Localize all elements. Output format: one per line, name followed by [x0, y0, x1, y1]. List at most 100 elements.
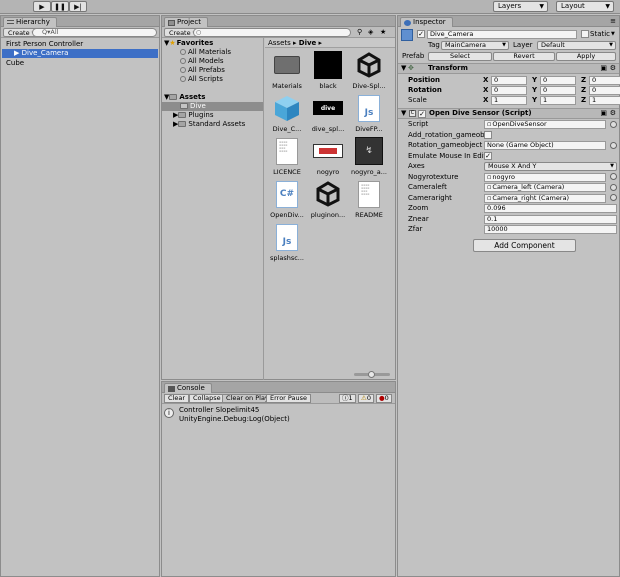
asset-item[interactable]: Dive_C...	[267, 94, 307, 134]
asset-item[interactable]: C# OpenDiv...	[267, 180, 307, 220]
property-dropdown[interactable]: Mouse X And Y ▼	[484, 162, 617, 171]
property-field[interactable]: ▫nogyro	[484, 172, 606, 182]
transform-x-field[interactable]: 1	[491, 96, 527, 105]
property-checkbox[interactable]: ✓	[484, 151, 492, 160]
layers-dropdown[interactable]: Layers ▼	[493, 1, 548, 12]
transform-y-field[interactable]: 1	[540, 96, 576, 105]
property-row-rotation-gameobject: Rotation_gameobject None (Game Object)	[398, 140, 619, 150]
star-icon: ★	[169, 39, 176, 47]
console-log-entry[interactable]: i Controller Slopelimit45 UnityEngine.De…	[164, 406, 393, 426]
help-icon[interactable]: ▣	[600, 64, 607, 73]
object-picker-icon[interactable]	[610, 141, 617, 149]
static-checkbox[interactable]	[581, 30, 589, 38]
console-error-toggle[interactable]: ●0	[376, 394, 392, 403]
assets-folder-dive[interactable]: Dive	[162, 102, 263, 111]
layer-dropdown[interactable]: Default ▼	[537, 41, 616, 50]
object-picker-icon[interactable]	[610, 173, 617, 180]
console-error-pause-button[interactable]: Error Pause	[266, 394, 312, 403]
console-clear-button[interactable]: Clear	[164, 394, 189, 403]
tab-hierarchy[interactable]: Hierarchy	[3, 17, 57, 27]
transform-header[interactable]: ▼ ✥ Transform ▣ ⚙	[398, 63, 619, 74]
object-name-field[interactable]: Dive_Camera	[427, 30, 577, 39]
property-field[interactable]: 0.096	[484, 204, 617, 213]
add-component-button[interactable]: Add Component	[473, 239, 576, 252]
project-search-input[interactable]: ○	[193, 28, 351, 37]
transform-x-field[interactable]: 0	[491, 76, 527, 85]
assets-folder-plugins[interactable]: ▶ Plugins	[173, 111, 213, 120]
unity-scene-icon	[313, 180, 343, 208]
breadcrumb-assets[interactable]: Assets	[268, 39, 291, 47]
play-button[interactable]: ▶	[33, 1, 51, 12]
asset-item[interactable]: dive dive_spl...	[308, 94, 348, 134]
hierarchy-item-dive-camera[interactable]: ▶ Dive_Camera	[2, 49, 158, 58]
favorite-all-scripts[interactable]: All Scripts	[180, 75, 223, 84]
property-field[interactable]: ▫Camera_left (Camera)	[484, 183, 606, 192]
object-picker-icon[interactable]	[610, 183, 617, 191]
assets-node[interactable]: ▼ Assets	[164, 93, 205, 102]
search-filter-icon[interactable]: ⚲	[357, 28, 362, 36]
gear-icon[interactable]: ⚙	[610, 64, 616, 73]
layout-dropdown[interactable]: Layout ▼	[556, 1, 614, 12]
help-icon[interactable]: ▣	[600, 109, 607, 118]
prefab-revert-button[interactable]: Revert	[493, 52, 555, 61]
tab-console[interactable]: Console	[164, 383, 212, 393]
hierarchy-item-cube[interactable]: Cube	[2, 59, 158, 68]
pause-button[interactable]: ❚❚	[51, 1, 69, 12]
asset-item[interactable]: black	[308, 51, 348, 91]
slider-handle[interactable]	[368, 371, 375, 378]
asset-item[interactable]: Js DiveFP...	[349, 94, 389, 134]
property-field[interactable]: ▫OpenDiveSensor	[484, 120, 606, 129]
lock-icon[interactable]: ≡	[610, 17, 616, 25]
object-picker-icon[interactable]	[610, 194, 617, 201]
chevron-down-icon: ▼	[605, 3, 610, 10]
favorites-node[interactable]: ▼★Favorites	[164, 39, 213, 48]
active-checkbox[interactable]: ✓	[417, 30, 425, 38]
hierarchy-search-input[interactable]: Q▾All	[32, 28, 157, 37]
property-field[interactable]: 10000	[484, 225, 617, 234]
step-button[interactable]: ▶|	[69, 1, 87, 12]
asset-item[interactable]: nogyro	[308, 137, 348, 177]
star-filter-icon[interactable]: ★	[380, 28, 386, 36]
transform-y-field[interactable]: 0	[540, 86, 576, 95]
console-warning-toggle[interactable]: ⚠0	[358, 394, 374, 403]
favorite-all-prefabs[interactable]: All Prefabs	[180, 66, 225, 75]
gear-icon[interactable]: ⚙	[610, 109, 616, 118]
script-enabled-checkbox[interactable]: ✓	[418, 110, 426, 118]
property-checkbox[interactable]	[484, 130, 492, 139]
script-icon: C	[409, 110, 416, 117]
transform-y-field[interactable]: 0	[540, 76, 576, 85]
prefab-select-button[interactable]: Select	[428, 52, 492, 61]
transform-z-field[interactable]: 1	[589, 96, 620, 105]
tab-project[interactable]: Project	[164, 17, 208, 27]
tag-label: Tag	[428, 41, 440, 49]
breadcrumb-dive[interactable]: Dive	[299, 39, 317, 47]
tab-inspector[interactable]: Inspector	[400, 17, 453, 27]
favorite-all-models[interactable]: All Models	[180, 57, 224, 66]
script-component-header[interactable]: ▼ C ✓ Open Dive Sensor (Script) ▣ ⚙	[398, 108, 619, 119]
folder-icon	[180, 103, 188, 109]
transform-z-field[interactable]: 0	[589, 86, 620, 95]
asset-item[interactable]: ≡≡≡≡ ≡≡≡≡ ≡≡≡ ≡≡≡≡ README	[349, 180, 389, 220]
console-info-toggle[interactable]: ⓘ1	[339, 394, 356, 403]
asset-item[interactable]: Materials	[267, 51, 307, 91]
property-field[interactable]: 0.1	[484, 214, 617, 224]
property-field[interactable]: None (Game Object)	[484, 141, 606, 150]
favorite-all-materials[interactable]: All Materials	[180, 48, 231, 57]
assets-folder-standard-assets[interactable]: ▶ Standard Assets	[173, 120, 245, 129]
transform-z-field[interactable]: 0	[589, 76, 620, 85]
console-collapse-button[interactable]: Collapse	[189, 394, 225, 403]
asset-item[interactable]: Dive-Spl...	[349, 51, 389, 91]
prefab-apply-button[interactable]: Apply	[556, 52, 616, 61]
transform-x-field[interactable]: 0	[491, 86, 527, 95]
asset-item[interactable]: ≡≡≡≡ ≡≡≡≡ ≡≡≡ ≡≡≡≡ LICENCE	[267, 137, 307, 177]
tag-dropdown[interactable]: MainCamera ▼	[441, 41, 509, 50]
object-picker-icon[interactable]	[610, 120, 617, 128]
asset-item[interactable]: Js splashsc...	[267, 223, 307, 263]
hierarchy-item-first-person-controller[interactable]: First Person Controller	[2, 40, 158, 49]
chevron-down-icon[interactable]: ▼	[611, 30, 615, 39]
property-field[interactable]: ▫Camera_right (Camera)	[484, 193, 606, 203]
asset-item[interactable]: pluginon...	[308, 180, 348, 220]
asset-item[interactable]: ↯ nogyro_a...	[349, 137, 389, 177]
label-filter-icon[interactable]: ◈	[368, 28, 373, 36]
thumbnail-size-slider[interactable]	[354, 371, 390, 378]
